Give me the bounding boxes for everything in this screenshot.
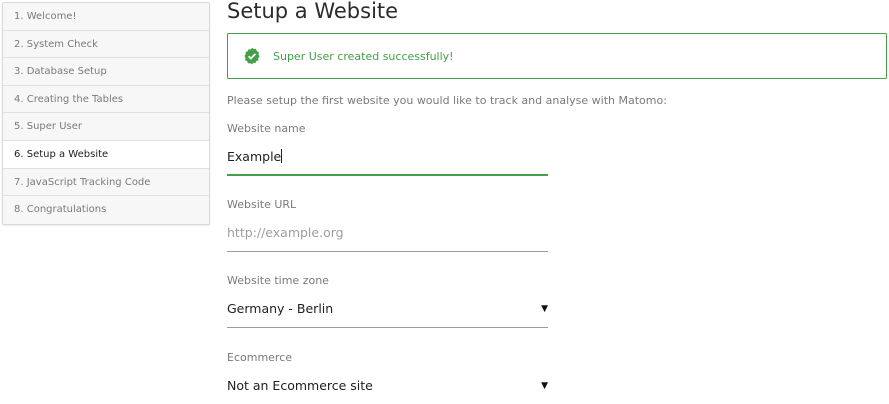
ecommerce-label: Ecommerce — [227, 351, 293, 364]
step-database-setup: 3. Database Setup — [3, 58, 209, 86]
dropdown-arrow-icon: ▼ — [541, 304, 548, 314]
step-system-check: 2. System Check — [3, 30, 209, 59]
step-welcome: 1. Welcome! — [3, 3, 209, 31]
text-cursor — [281, 149, 283, 163]
step-congratulations: 8. Congratulations — [3, 196, 209, 224]
step-js-tracking-code: 7. JavaScript Tracking Code — [3, 168, 209, 197]
timezone-value: Germany - Berlin — [227, 301, 334, 316]
step-setup-website: 6. Setup a Website — [3, 140, 209, 169]
website-name-input[interactable]: Example — [227, 146, 548, 176]
website-url-input[interactable]: http://example.org — [227, 222, 548, 252]
installation-steps-sidebar: 1. Welcome! 2. System Check 3. Database … — [2, 2, 210, 225]
success-notification: Super User created successfully! — [227, 33, 887, 79]
website-url-placeholder: http://example.org — [227, 225, 344, 240]
ecommerce-group: Ecommerce Not an Ecommerce site ▼ — [227, 351, 548, 404]
dropdown-arrow-icon: ▼ — [541, 381, 548, 391]
ecommerce-select[interactable]: Not an Ecommerce site ▼ — [227, 375, 548, 404]
notification-text: Super User created successfully! — [273, 49, 454, 63]
check-badge-icon — [244, 47, 260, 65]
website-name-group: Website name Example — [227, 122, 548, 176]
page-title: Setup a Website — [227, 0, 399, 23]
step-super-user: 5. Super User — [3, 113, 209, 141]
step-creating-tables: 4. Creating the Tables — [3, 85, 209, 114]
website-name-label: Website name — [227, 122, 306, 135]
intro-text: Please setup the first website you would… — [227, 94, 667, 107]
timezone-label: Website time zone — [227, 274, 329, 287]
timezone-select[interactable]: Germany - Berlin ▼ — [227, 298, 548, 328]
ecommerce-value: Not an Ecommerce site — [227, 378, 373, 393]
website-name-value: Example — [227, 149, 282, 164]
website-url-group: Website URL http://example.org — [227, 198, 548, 252]
website-url-label: Website URL — [227, 198, 297, 211]
timezone-group: Website time zone Germany - Berlin ▼ — [227, 274, 548, 328]
